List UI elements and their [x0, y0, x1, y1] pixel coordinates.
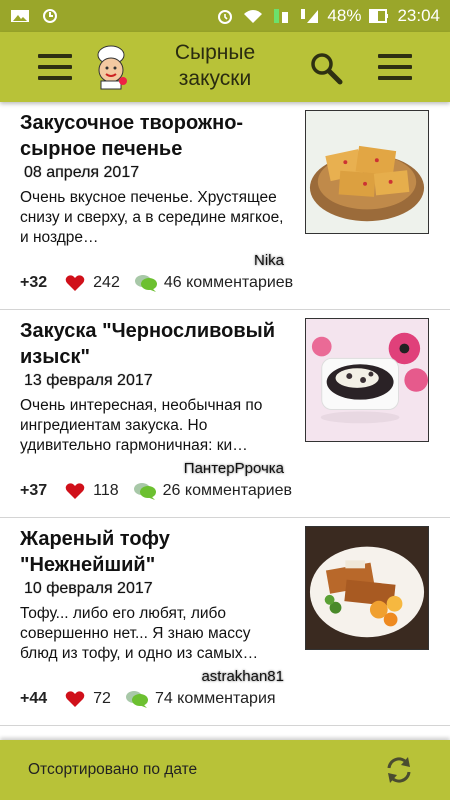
app-bar: Сырные закуски [0, 32, 450, 102]
recipe-likes: 242 [93, 274, 120, 291]
battery-percent: 48% [327, 6, 362, 25]
recipe-date: 13 февраля 2017 [24, 372, 153, 389]
recipe-description: Очень интересная, необычная по ингредиен… [20, 397, 263, 454]
signal-2-icon [301, 9, 319, 23]
list-item[interactable]: Жареный тофу "Нежнейший" 10 февраля 2017… [0, 518, 450, 726]
sort-bar: Отсортировано по дате [0, 740, 450, 800]
recipe-title[interactable]: Жареный тофу "Нежнейший" [20, 526, 300, 578]
list-item[interactable]: Закусочное творожно-сырное печенье 08 ап… [0, 102, 450, 310]
recipe-photo[interactable] [305, 526, 429, 650]
title-line-2: закуски [178, 67, 252, 90]
gallery-icon [11, 10, 29, 22]
recipe-photo[interactable] [305, 318, 429, 442]
alarm-icon [218, 10, 233, 24]
refresh-icon[interactable] [383, 754, 415, 786]
list-item[interactable]: Закуска "Черносливовый изыск" 13 февраля… [0, 310, 450, 518]
recipe-date: 08 апреля 2017 [24, 164, 140, 181]
recipe-stats: +44 72 74 комментария [20, 690, 276, 708]
recipe-author[interactable]: Nika [254, 252, 284, 269]
drawer-menu-icon [38, 54, 72, 58]
battery-icon [369, 9, 389, 23]
recipe-score: +32 [20, 274, 48, 291]
data-saver-icon [43, 9, 57, 23]
recipe-stats: +32 242 46 комментариев [20, 274, 293, 292]
recipe-date: 10 февраля 2017 [24, 580, 153, 597]
comments-icon[interactable] [125, 690, 149, 708]
wifi-icon [244, 10, 263, 23]
heart-icon[interactable] [65, 482, 85, 500]
recipe-comments[interactable]: 26 комментариев [163, 482, 292, 500]
recipe-likes: 72 [93, 690, 111, 707]
recipe-description: Очень вкусное печенье. Хрустящее снизу и… [20, 189, 284, 246]
overflow-menu-button[interactable] [378, 54, 412, 80]
recipe-title[interactable]: Закусочное творожно-сырное печенье [20, 110, 300, 162]
recipe-description: Тофу... либо его любят, либо совершенно … [20, 605, 259, 662]
recipe-comments[interactable]: 46 комментариев [164, 274, 293, 292]
recipe-stats: +37 118 26 комментариев [20, 482, 292, 500]
recipe-author[interactable]: ПантерРрочка [184, 460, 284, 477]
page-title: Сырные закуски [150, 40, 280, 92]
heart-icon[interactable] [65, 690, 85, 708]
sort-label[interactable]: Отсортировано по дате [28, 761, 197, 779]
search-icon[interactable] [308, 50, 344, 86]
status-bar: 48% 23:04 [0, 0, 450, 32]
recipe-likes: 118 [93, 482, 119, 499]
recipe-comments[interactable]: 74 комментария [155, 690, 276, 708]
comments-icon[interactable] [133, 482, 157, 500]
recipe-list: Закусочное творожно-сырное печенье 08 ап… [0, 102, 450, 726]
recipe-score: +37 [20, 482, 48, 499]
recipe-photo[interactable] [305, 110, 429, 234]
drawer-menu-button[interactable] [38, 54, 72, 80]
clock: 23:04 [397, 6, 440, 25]
recipe-score: +44 [20, 690, 48, 707]
recipe-title[interactable]: Закуска "Черносливовый изыск" [20, 318, 300, 370]
heart-icon[interactable] [65, 274, 85, 292]
chef-logo-icon [97, 45, 127, 90]
comments-icon[interactable] [134, 274, 158, 292]
signal-1-icon [274, 9, 289, 23]
title-line-1: Сырные [174, 41, 256, 64]
recipe-author[interactable]: astrakhan81 [201, 668, 284, 685]
list-menu-icon [378, 54, 412, 58]
